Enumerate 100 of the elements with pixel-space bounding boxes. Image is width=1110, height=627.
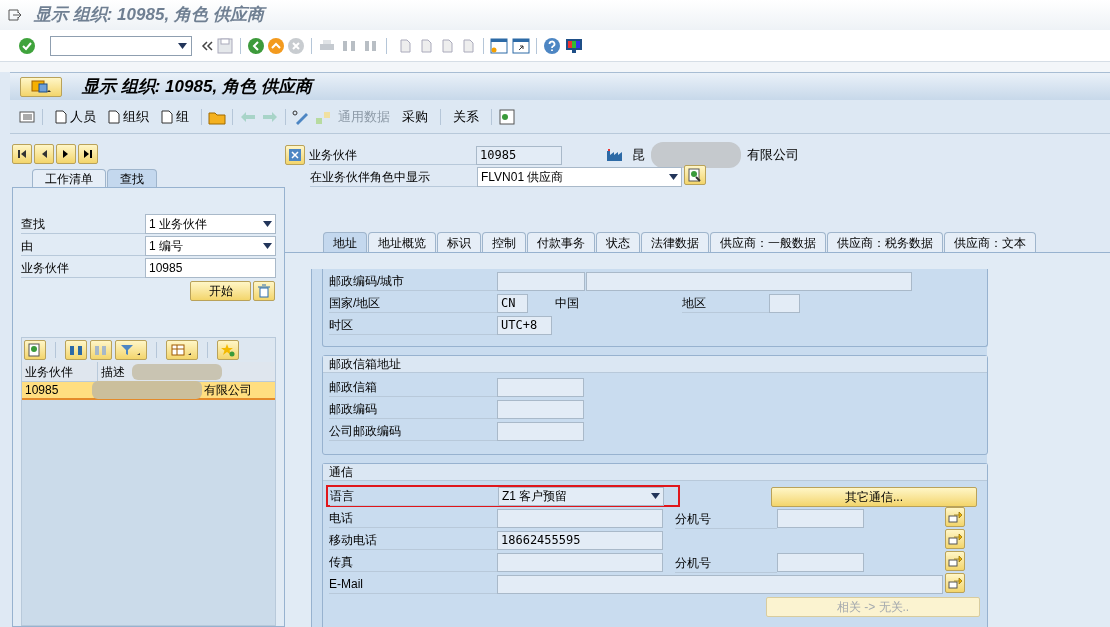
column-header[interactable]: 描述 xyxy=(98,362,128,381)
display-button[interactable] xyxy=(684,165,706,185)
first-page-button[interactable] xyxy=(12,144,32,164)
section-title: 通信 xyxy=(323,464,987,481)
field-label: 邮政信箱 xyxy=(329,377,497,397)
dropdown-arrow-icon[interactable] xyxy=(651,493,660,499)
tab[interactable]: 法律数据 xyxy=(641,232,709,252)
command-field[interactable] xyxy=(50,35,192,56)
tab[interactable]: 地址 xyxy=(323,232,367,252)
toolbar-button[interactable]: 关系 xyxy=(447,105,485,128)
po-box-field[interactable] xyxy=(497,399,584,419)
favorite-button[interactable] xyxy=(217,340,239,360)
back-icon[interactable] xyxy=(247,36,265,55)
forward-icon-button[interactable] xyxy=(945,507,965,527)
forward-icon-button[interactable] xyxy=(945,529,965,549)
po-box-field[interactable] xyxy=(497,421,584,441)
tab[interactable]: 控制 xyxy=(482,232,526,252)
forward-icon-button[interactable] xyxy=(945,551,965,571)
field-label: 语言 xyxy=(330,486,498,506)
document-icon xyxy=(55,109,67,124)
tab[interactable]: 供应商：税务数据 xyxy=(827,232,943,252)
start-button[interactable]: 开始 xyxy=(190,281,251,301)
language-dropdown[interactable]: Z1 客户预留 xyxy=(498,486,664,506)
next-page-button[interactable] xyxy=(56,144,76,164)
section-title: 邮政信箱地址 xyxy=(323,356,987,373)
partner-field[interactable]: 10985 xyxy=(476,145,562,165)
tab[interactable]: 地址概览 xyxy=(368,232,436,252)
phone-field[interactable] xyxy=(497,552,663,572)
monitor-icon[interactable] xyxy=(565,36,583,55)
phone-field[interactable]: 18662455595 xyxy=(497,530,663,550)
shortcut-icon[interactable] xyxy=(512,36,530,55)
field-label: E-Mail xyxy=(329,574,497,594)
layout-button[interactable] xyxy=(166,340,198,360)
tab[interactable]: 标识 xyxy=(437,232,481,252)
tab[interactable]: 查找 xyxy=(107,169,157,187)
last-page-icon xyxy=(83,149,93,159)
field-label: 业务伙伴 xyxy=(309,145,476,165)
table-cell-text: 10985 xyxy=(24,382,60,399)
column-header[interactable]: 业务伙伴 xyxy=(22,362,98,381)
toolbar-button[interactable]: 组织 xyxy=(102,105,155,128)
window-menu-icon xyxy=(31,79,51,94)
partner-name: 有限公司 xyxy=(747,146,799,165)
field-label: 邮政编码/城市 xyxy=(329,271,497,291)
field-label: 公司邮政编码 xyxy=(329,421,497,441)
details-button[interactable] xyxy=(24,340,46,360)
phone-field[interactable] xyxy=(497,508,663,528)
help-icon[interactable] xyxy=(543,36,561,55)
result-row[interactable]: 10985 有限公司 xyxy=(22,382,275,400)
field-label: 移动电话 xyxy=(329,530,497,550)
tab[interactable]: 供应商：文本 xyxy=(944,232,1036,252)
last-page-button[interactable] xyxy=(78,144,98,164)
new-window-icon[interactable] xyxy=(490,36,508,55)
first-page-icon xyxy=(17,149,27,159)
person-card-icon[interactable] xyxy=(498,107,516,126)
dropdown-arrow-icon[interactable] xyxy=(263,243,272,249)
country-code-field[interactable]: CN xyxy=(497,293,528,313)
tab[interactable]: 状态 xyxy=(596,232,640,252)
po-box-field[interactable] xyxy=(497,377,584,397)
enter-icon[interactable] xyxy=(18,36,36,55)
other-communication-button[interactable]: 其它通信... xyxy=(771,487,977,507)
tab[interactable]: 工作清单 xyxy=(32,169,106,187)
filter-icon xyxy=(120,344,142,356)
find-next-button[interactable] xyxy=(90,340,112,360)
dropdown-arrow-icon[interactable] xyxy=(263,221,272,227)
dropdown-arrow-icon[interactable] xyxy=(669,174,678,180)
tab[interactable]: 供应商：一般数据 xyxy=(710,232,826,252)
table-cell-text: 有限公司 xyxy=(203,382,253,399)
close-button[interactable] xyxy=(285,145,305,165)
dropdown-field[interactable]: 1 编号 xyxy=(145,236,276,256)
extension-field[interactable] xyxy=(777,552,864,572)
region-field[interactable] xyxy=(769,293,800,313)
trash-button[interactable] xyxy=(253,281,275,301)
city-field[interactable] xyxy=(586,271,912,291)
toolbar-button[interactable]: 组 xyxy=(155,105,195,128)
tab[interactable]: 付款事务 xyxy=(527,232,595,252)
field-label: 查找 xyxy=(21,214,145,234)
menu-button[interactable] xyxy=(20,76,62,97)
pencil-icon[interactable] xyxy=(292,107,310,126)
time-zone-field[interactable]: UTC+8 xyxy=(497,315,552,335)
toolbar-button[interactable]: 人员 xyxy=(49,105,102,128)
field-label: 由 xyxy=(21,236,145,256)
postal-code-field[interactable] xyxy=(497,271,585,291)
role-dropdown[interactable]: FLVN01 供应商 xyxy=(477,167,682,187)
document-icon xyxy=(108,109,120,124)
field-label: 邮政编码 xyxy=(329,399,497,419)
field-label: 传真 xyxy=(329,552,497,572)
filter-button[interactable] xyxy=(115,340,147,360)
input-field[interactable]: 10985 xyxy=(145,258,276,278)
field-label: 时区 xyxy=(329,315,497,335)
previous-page-button[interactable] xyxy=(34,144,54,164)
find-button[interactable] xyxy=(65,340,87,360)
extension-field[interactable] xyxy=(777,508,864,528)
email-field[interactable] xyxy=(497,574,943,594)
field-label: 电话 xyxy=(329,508,497,528)
toolbar-button[interactable]: 采购 xyxy=(396,105,434,128)
dropdown-arrow-icon[interactable] xyxy=(178,42,187,49)
partner-name: 昆 xyxy=(632,146,645,165)
field-label: 国家/地区 xyxy=(329,293,497,313)
forward-icon-button[interactable] xyxy=(945,573,965,593)
dropdown-field[interactable]: 1 业务伙伴 xyxy=(145,214,276,234)
